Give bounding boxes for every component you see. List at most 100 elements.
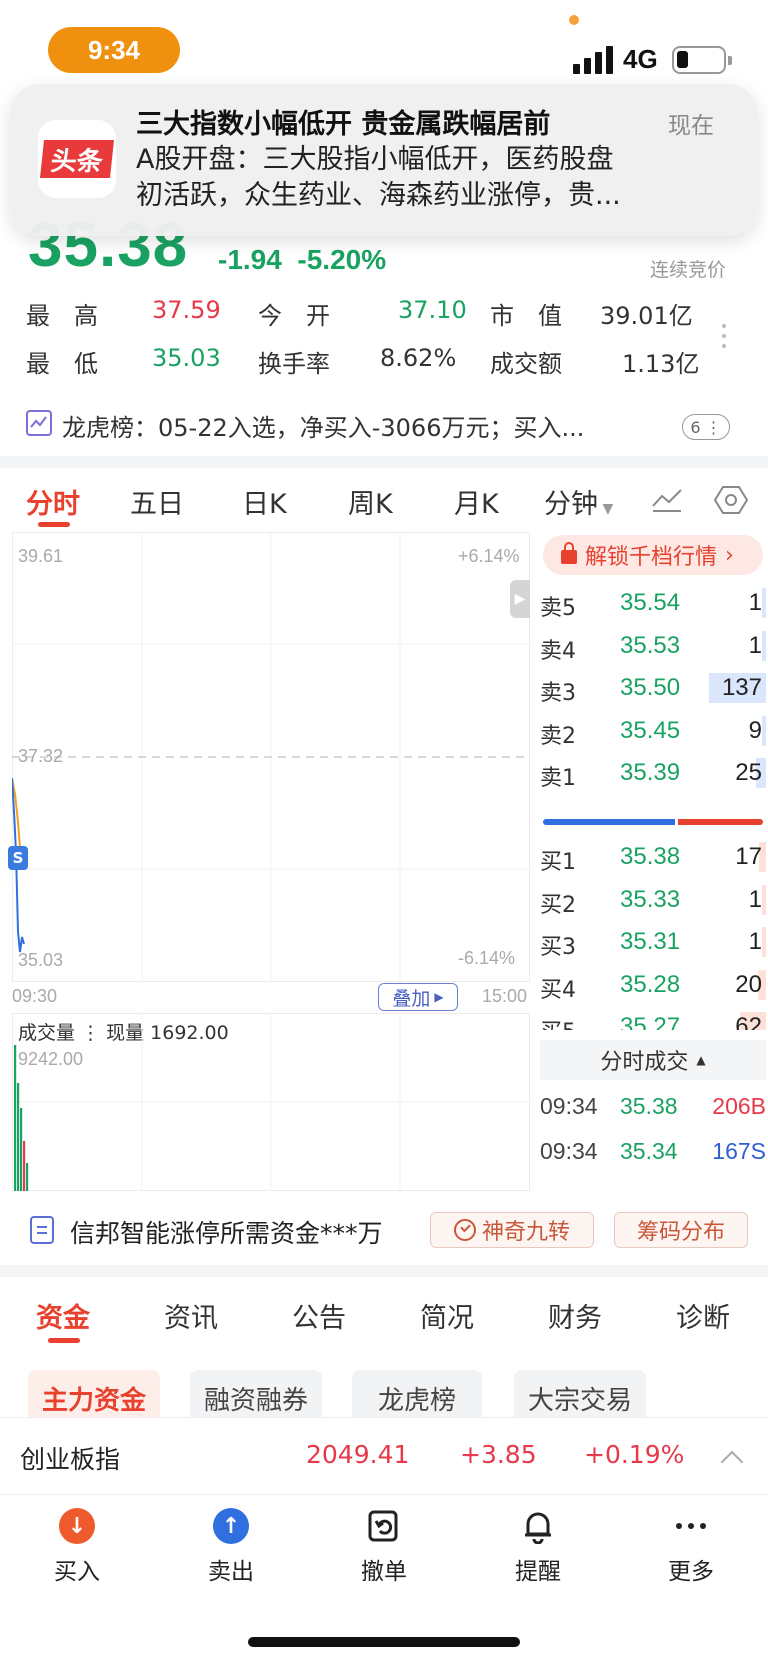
trade-volume: 206B bbox=[712, 1093, 766, 1119]
ask-qty: 9 bbox=[748, 716, 762, 744]
tab-weekly-k[interactable]: 周K bbox=[348, 482, 393, 521]
ask-qty-bar bbox=[762, 630, 766, 661]
app-logo: 头条 bbox=[38, 120, 116, 198]
divider bbox=[0, 1265, 768, 1277]
alert-button[interactable]: 提醒 bbox=[483, 1508, 593, 1585]
bid-price: 35.33 bbox=[620, 885, 681, 913]
ask-row[interactable]: 卖2 35.45 9 bbox=[540, 712, 766, 752]
news-notification[interactable]: 头条 三大指数小幅低开 贵金属跌幅居前 现在 A股开盘：三大股指小幅低开，医药股… bbox=[10, 84, 758, 236]
home-indicator[interactable] bbox=[248, 1637, 520, 1647]
tab-funds[interactable]: 资金 bbox=[36, 1296, 90, 1335]
bid-qty: 1 bbox=[748, 928, 762, 955]
ask-row[interactable]: 卖1 35.39 25 bbox=[540, 754, 766, 794]
tab-financials[interactable]: 财务 bbox=[548, 1296, 602, 1335]
sell-button[interactable]: ↑ 卖出 bbox=[176, 1508, 286, 1585]
undo-icon bbox=[366, 1508, 402, 1544]
lock-icon bbox=[561, 542, 577, 564]
longhubang-text: 龙虎榜：05-22入选，净买入-3066万元；买入... bbox=[62, 414, 585, 442]
document-icon bbox=[30, 1216, 54, 1244]
bid-qty: 17 bbox=[735, 843, 762, 870]
check-circle-icon bbox=[453, 1219, 476, 1241]
tab-announcements[interactable]: 公告 bbox=[292, 1296, 346, 1335]
bid-price: 35.31 bbox=[620, 928, 681, 955]
trade-tick-row: 09:34 35.34 167S bbox=[540, 1133, 766, 1173]
pct-min-label: -6.14% bbox=[458, 948, 516, 968]
ask-price: 35.39 bbox=[620, 759, 681, 786]
chevron-up-icon[interactable] bbox=[720, 1450, 744, 1474]
stat-label-turnover: 换手率 bbox=[258, 350, 330, 378]
stat-label-low: 最 低 bbox=[26, 350, 98, 378]
ask-qty: 137 bbox=[721, 674, 762, 701]
stat-value-turnover: 8.62% bbox=[380, 344, 457, 372]
bid-row[interactable]: 买5 35.27 62 bbox=[540, 1008, 766, 1030]
notification-title: 三大指数小幅低开 贵金属跌幅居前 bbox=[136, 109, 551, 140]
stat-value-low: 35.03 bbox=[152, 344, 221, 372]
ask-qty-bar bbox=[762, 588, 766, 618]
indicator-icon[interactable] bbox=[650, 486, 684, 514]
bid-row[interactable]: 买1 35.38 17 bbox=[540, 838, 766, 878]
index-ticker-bar[interactable]: 创业板指 2049.41 +3.85 +0.19% bbox=[0, 1417, 768, 1495]
expand-handle[interactable]: ▶ bbox=[510, 580, 530, 618]
cancel-order-button[interactable]: 撤单 bbox=[329, 1508, 439, 1585]
trade-ticks-toggle[interactable]: 分时成交 ▲ bbox=[540, 1040, 766, 1080]
stat-label-mktcap: 市 值 bbox=[490, 302, 562, 330]
magic-nine-button[interactable]: 神奇九转 bbox=[430, 1212, 594, 1248]
tab-monthly-k[interactable]: 月K bbox=[454, 482, 499, 521]
time-start-label: 09:30 bbox=[12, 986, 58, 1006]
index-change: +3.85 bbox=[460, 1440, 537, 1469]
ask-qty: 25 bbox=[735, 759, 762, 786]
tab-intraday[interactable]: 分时 bbox=[26, 482, 80, 521]
ask-row[interactable]: 卖5 35.54 1 bbox=[540, 584, 766, 624]
bid-qty-bar bbox=[762, 884, 766, 915]
status-time: 9:34 bbox=[48, 27, 180, 73]
index-change-pct: +0.19% bbox=[584, 1440, 685, 1469]
notification-body: A股开盘：三大股指小幅低开，医药股盘 初活跃，众生药业、海森药业涨停，贵... bbox=[136, 144, 621, 211]
trade-price: 35.38 bbox=[620, 1093, 678, 1119]
tab-profile[interactable]: 简况 bbox=[420, 1296, 474, 1335]
y-min-label: 35.03 bbox=[18, 950, 64, 970]
overlay-button[interactable]: 叠加 ▶ bbox=[378, 983, 458, 1011]
tab-news[interactable]: 资讯 bbox=[164, 1296, 218, 1335]
settings-icon[interactable] bbox=[713, 484, 749, 516]
stat-label-open: 今 开 bbox=[258, 302, 330, 330]
index-name: 创业板指 bbox=[20, 1445, 121, 1474]
tab-minute[interactable]: 分钟 ▼ bbox=[544, 482, 613, 521]
bid-qty-bar bbox=[762, 927, 766, 957]
ask-row[interactable]: 卖3 35.50 137 bbox=[540, 669, 766, 709]
trade-price: 35.34 bbox=[620, 1138, 678, 1164]
chip-distribution-button[interactable]: 筹码分布 bbox=[614, 1212, 748, 1248]
bid-row[interactable]: 买2 35.33 1 bbox=[540, 881, 766, 921]
ask-level-label: 卖5 bbox=[540, 596, 576, 621]
tab-five-day[interactable]: 五日 bbox=[130, 482, 184, 521]
time-end-label: 15:00 bbox=[482, 986, 528, 1006]
bid-row[interactable]: 买4 35.28 20 bbox=[540, 966, 766, 1006]
longhubang-row[interactable]: 龙虎榜：05-22入选，净买入-3066万元；买入... 6 ⋮ bbox=[0, 408, 768, 452]
arrow-up-icon: ↑ bbox=[213, 1508, 249, 1544]
pct-max-label: +6.14% bbox=[458, 546, 520, 566]
bid-row[interactable]: 买3 35.31 1 bbox=[540, 923, 766, 963]
arrow-down-icon: ↓ bbox=[59, 1508, 95, 1544]
ask-level-label: 卖3 bbox=[540, 681, 576, 706]
index-value: 2049.41 bbox=[306, 1440, 410, 1469]
battery-icon bbox=[672, 46, 732, 74]
unlock-depth-button[interactable]: 解锁千档行情 › bbox=[543, 535, 763, 575]
limit-up-funds-text[interactable]: 信邦智能涨停所需资金***万 bbox=[70, 1214, 383, 1250]
more-button[interactable]: 更多 bbox=[636, 1508, 746, 1585]
tab-active-indicator bbox=[38, 522, 70, 527]
tab-daily-k[interactable]: 日K bbox=[242, 482, 287, 521]
bid-ask-ratio-bar bbox=[543, 819, 763, 825]
ask-row[interactable]: 卖4 35.53 1 bbox=[540, 627, 766, 667]
tab-diagnosis[interactable]: 诊断 bbox=[676, 1296, 730, 1335]
trade-time: 09:34 bbox=[540, 1138, 598, 1164]
bid-price: 35.38 bbox=[620, 843, 681, 870]
longhubang-count-badge[interactable]: 6 ⋮ bbox=[682, 414, 730, 440]
sell-marker[interactable]: S bbox=[8, 846, 28, 870]
ask-price: 35.45 bbox=[620, 716, 681, 744]
bid-level-label: 买2 bbox=[540, 892, 576, 918]
notification-time: 现在 bbox=[668, 113, 714, 139]
session-status: 连续竞价 bbox=[650, 259, 727, 281]
ask-qty-bar bbox=[762, 715, 766, 746]
more-vertical-icon[interactable] bbox=[722, 318, 728, 354]
buy-button[interactable]: ↓ 买入 bbox=[22, 1508, 132, 1585]
bid-level-label: 买1 bbox=[540, 850, 576, 875]
